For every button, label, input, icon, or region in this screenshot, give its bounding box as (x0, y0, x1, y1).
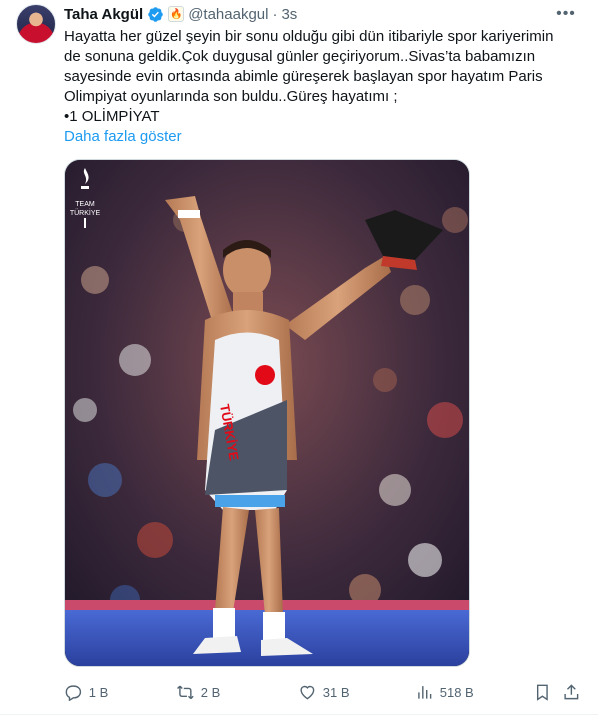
more-options-icon[interactable]: ••• (556, 4, 576, 24)
author-avatar[interactable] (16, 4, 56, 44)
retweet-count: 2 B (200, 684, 221, 700)
tweet-media-photo[interactable]: TEAM TÜRKİYE TÜRKİYE (64, 159, 470, 667)
wrestler-celebration-photo: TEAM TÜRKİYE TÜRKİYE (65, 160, 469, 666)
share-button[interactable] (562, 682, 581, 702)
tweet-actions-bar: 1 B 2 B 31 B 518 B (60, 682, 588, 702)
bookmark-button[interactable] (533, 682, 552, 702)
views-chart-icon (418, 685, 432, 699)
retweet-button[interactable]: 2 B (176, 682, 220, 702)
tweet-text: Hayatta her güzel şeyin bir sonu olduğu … (64, 28, 554, 125)
share-icon (564, 683, 579, 699)
tweet-header: Taha Akgül 🔥 @tahaakgul · 3s (64, 4, 297, 24)
olympic-flame-badge-icon[interactable]: 🔥 (168, 6, 185, 22)
svg-text:TÜRKİYE: TÜRKİYE (70, 208, 101, 217)
reply-button[interactable]: 1 B (64, 682, 108, 702)
show-more-link[interactable]: Daha fazla göster (64, 127, 182, 147)
views-button[interactable]: 518 B (415, 682, 474, 702)
heart-icon (300, 685, 315, 700)
views-count: 518 B (439, 684, 474, 700)
tweet-card[interactable]: Taha Akgül 🔥 @tahaakgul · 3s ••• Hayatta… (0, 0, 598, 715)
bookmark-icon (536, 684, 548, 701)
header-separator: · (272, 5, 278, 23)
like-count: 31 B (322, 684, 350, 700)
author-display-name[interactable]: Taha Akgül (64, 6, 143, 23)
reply-icon (65, 685, 82, 702)
tweet-timestamp[interactable]: 3s (281, 6, 297, 23)
verified-badge-icon[interactable] (147, 6, 164, 23)
retweet-icon (177, 685, 194, 699)
svg-text:TEAM: TEAM (75, 201, 95, 208)
reply-count: 1 B (88, 684, 109, 700)
author-handle[interactable]: @tahaakgul (188, 6, 268, 23)
like-button[interactable]: 31 B (298, 682, 350, 702)
